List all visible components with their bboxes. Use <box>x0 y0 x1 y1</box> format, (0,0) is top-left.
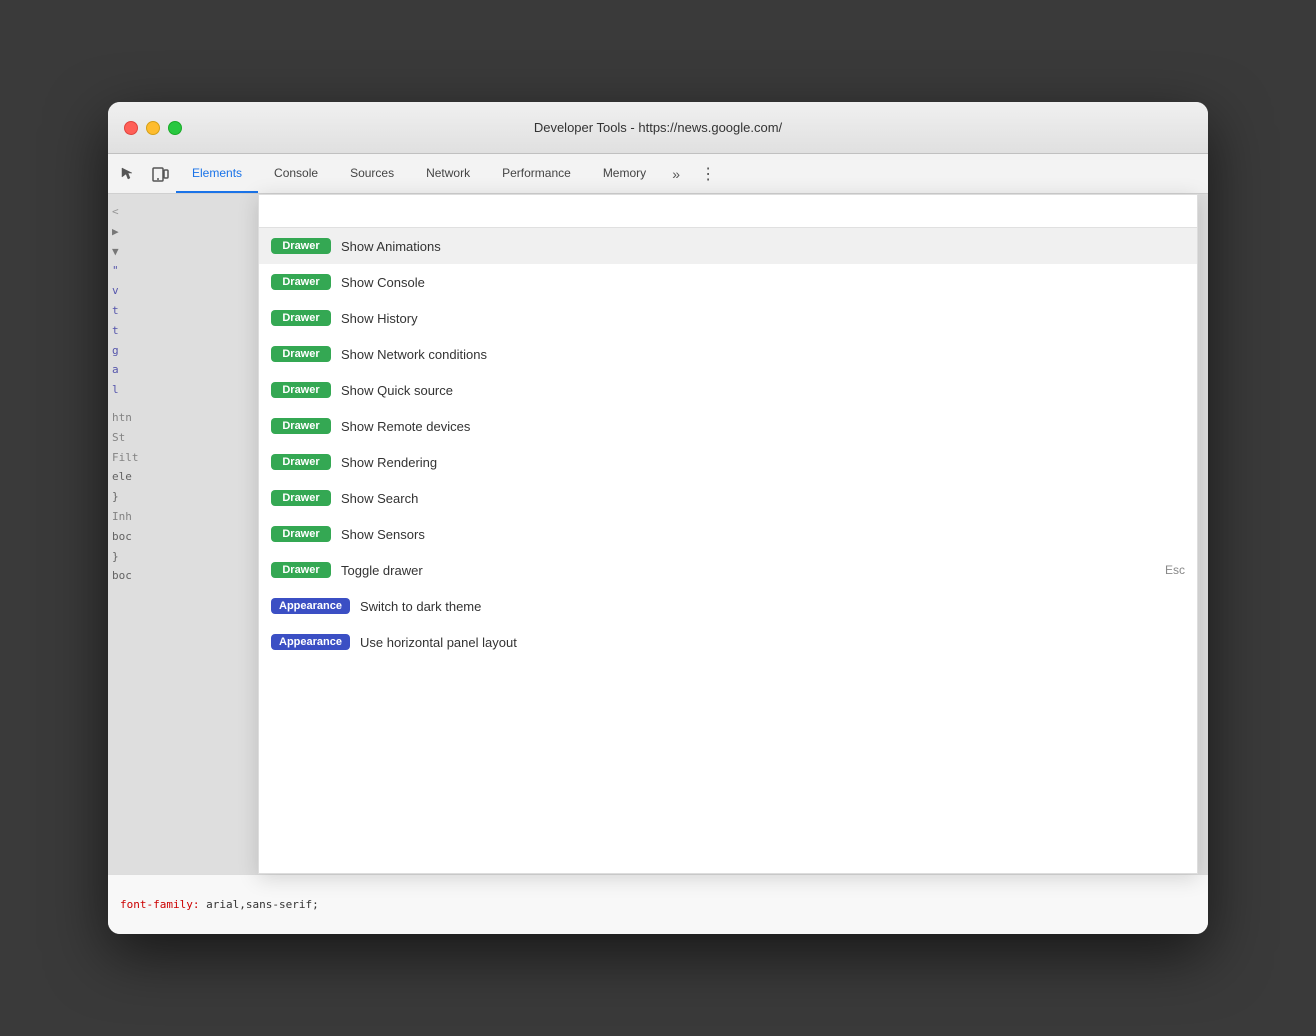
close-button[interactable] <box>124 121 138 135</box>
minimize-button[interactable] <box>146 121 160 135</box>
maximize-button[interactable] <box>168 121 182 135</box>
command-label-11: Use horizontal panel layout <box>360 635 1185 650</box>
tab-network[interactable]: Network <box>410 154 486 193</box>
command-label-8: Show Sensors <box>341 527 1185 542</box>
tab-performance[interactable]: Performance <box>486 154 587 193</box>
more-tabs-button[interactable]: » <box>662 160 690 188</box>
command-item-toggle-drawer[interactable]: Drawer Toggle drawer Esc <box>259 552 1197 588</box>
command-item-show-quick-source[interactable]: Drawer Show Quick source <box>259 372 1197 408</box>
command-label-9: Toggle drawer <box>341 563 1165 578</box>
command-item-show-search[interactable]: Drawer Show Search <box>259 480 1197 516</box>
tab-sources[interactable]: Sources <box>334 154 410 193</box>
window-title: Developer Tools - https://news.google.co… <box>534 120 782 135</box>
command-results: Drawer Show Animations Drawer Show Conso… <box>259 228 1197 873</box>
tab-bar: Elements Console Sources Network Perform… <box>176 154 662 193</box>
command-label-0: Show Animations <box>341 239 1185 254</box>
command-input-row <box>259 195 1197 228</box>
traffic-lights <box>124 121 182 135</box>
devtools-window: Developer Tools - https://news.google.co… <box>108 102 1208 934</box>
command-item-show-remote-devices[interactable]: Drawer Show Remote devices <box>259 408 1197 444</box>
command-item-show-animations[interactable]: Drawer Show Animations <box>259 228 1197 264</box>
badge-drawer-5: Drawer <box>271 418 331 434</box>
badge-appearance-1: Appearance <box>271 634 350 650</box>
command-label-3: Show Network conditions <box>341 347 1185 362</box>
tab-console[interactable]: Console <box>258 154 334 193</box>
command-label-10: Switch to dark theme <box>360 599 1185 614</box>
badge-drawer-4: Drawer <box>271 382 331 398</box>
badge-appearance-0: Appearance <box>271 598 350 614</box>
tab-memory[interactable]: Memory <box>587 154 662 193</box>
command-item-show-network-conditions[interactable]: Drawer Show Network conditions <box>259 336 1197 372</box>
badge-drawer-2: Drawer <box>271 310 331 326</box>
command-item-horizontal-layout[interactable]: Appearance Use horizontal panel layout <box>259 624 1197 660</box>
command-label-7: Show Search <box>341 491 1185 506</box>
command-palette: Drawer Show Animations Drawer Show Conso… <box>258 194 1198 874</box>
title-bar: Developer Tools - https://news.google.co… <box>108 102 1208 154</box>
toolbar: Elements Console Sources Network Perform… <box>108 154 1208 194</box>
badge-drawer-0: Drawer <box>271 238 331 254</box>
css-property-value: arial,sans-serif; <box>206 898 319 911</box>
command-label-5: Show Remote devices <box>341 419 1185 434</box>
command-item-show-sensors[interactable]: Drawer Show Sensors <box>259 516 1197 552</box>
command-label-6: Show Rendering <box>341 455 1185 470</box>
main-content: < ▶ ▼ " v t t g a l htn St Filt ele } In… <box>108 194 1208 874</box>
badge-drawer-9: Drawer <box>271 562 331 578</box>
kebab-menu-button[interactable]: ⋮ <box>694 160 722 188</box>
device-icon[interactable] <box>144 158 176 190</box>
shortcut-toggle-drawer: Esc <box>1165 563 1185 577</box>
tab-elements[interactable]: Elements <box>176 154 258 193</box>
command-palette-overlay: Drawer Show Animations Drawer Show Conso… <box>108 194 1208 874</box>
command-label-1: Show Console <box>341 275 1185 290</box>
bottom-bar: font-family : arial,sans-serif; <box>108 874 1208 934</box>
command-item-show-history[interactable]: Drawer Show History <box>259 300 1197 336</box>
badge-drawer-6: Drawer <box>271 454 331 470</box>
command-input[interactable] <box>271 203 1185 219</box>
css-property-name: font-family <box>120 898 193 911</box>
command-item-show-console[interactable]: Drawer Show Console <box>259 264 1197 300</box>
inspect-icon[interactable] <box>112 158 144 190</box>
command-label-2: Show History <box>341 311 1185 326</box>
badge-drawer-1: Drawer <box>271 274 331 290</box>
badge-drawer-3: Drawer <box>271 346 331 362</box>
badge-drawer-7: Drawer <box>271 490 331 506</box>
command-label-4: Show Quick source <box>341 383 1185 398</box>
command-item-show-rendering[interactable]: Drawer Show Rendering <box>259 444 1197 480</box>
badge-drawer-8: Drawer <box>271 526 331 542</box>
command-item-dark-theme[interactable]: Appearance Switch to dark theme <box>259 588 1197 624</box>
